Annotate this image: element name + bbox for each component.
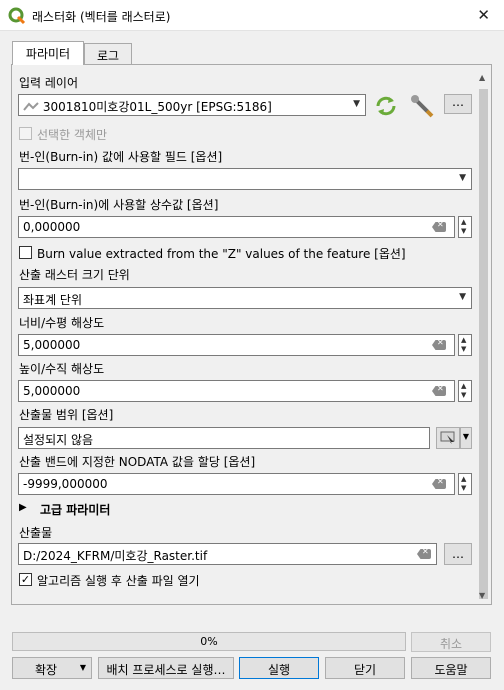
selected-only-label: 선택한 객체만 <box>37 128 108 142</box>
expand-button-label: 확장 <box>35 663 58 677</box>
burn-constant-input[interactable]: 0,000000 <box>18 216 455 238</box>
extent-value: 설정되지 않음 <box>23 433 94 447</box>
spin-down-icon[interactable]: ▼ <box>461 227 466 235</box>
width-spinner[interactable]: ▲ ▼ <box>458 334 472 356</box>
run-button[interactable]: 실행 <box>239 657 319 679</box>
output-path-value: D:/2024_KFRM/미호강_Raster.tif <box>23 549 208 563</box>
progress-bar: 0% <box>12 632 406 651</box>
extent-dropdown-button[interactable]: ▼ <box>460 427 472 449</box>
output-label: 산출물 <box>19 526 53 540</box>
tab-parameters[interactable]: 파라미터 <box>12 41 84 65</box>
height-spinner[interactable]: ▲ ▼ <box>458 380 472 402</box>
height-label: 높이/수직 해상도 <box>19 362 105 376</box>
map-cursor-icon <box>440 431 455 444</box>
height-value: 5,000000 <box>23 384 81 398</box>
panel-scrollbar[interactable]: ▲ ▼ <box>476 69 491 604</box>
chevron-down-icon: ▼ <box>459 292 466 302</box>
height-input[interactable]: 5,000000 <box>18 380 455 402</box>
progress-text: 0% <box>200 635 218 648</box>
spin-up-icon[interactable]: ▲ <box>461 382 466 390</box>
spin-down-icon[interactable]: ▼ <box>461 484 466 492</box>
close-icon[interactable]: ✕ <box>477 6 490 24</box>
selected-only-checkbox[interactable] <box>19 127 32 140</box>
extent-label: 산출물 범위 [옵션] <box>19 408 114 422</box>
refresh-layer-icon[interactable] <box>374 95 398 117</box>
spin-up-icon[interactable]: ▲ <box>461 218 466 226</box>
title-bar: 래스터화 (벡터를 래스터로) ✕ <box>0 0 504 31</box>
spin-down-icon[interactable]: ▼ <box>461 345 466 353</box>
batch-process-button[interactable]: 배치 프로세스로 실행… <box>98 657 234 679</box>
input-layer-select[interactable]: 3001810미호강01L_500yr [EPSG:5186] ▼ <box>18 94 366 116</box>
nodata-spinner[interactable]: ▲ ▼ <box>458 473 472 495</box>
line-layer-icon <box>23 102 39 111</box>
spin-up-icon[interactable]: ▲ <box>461 475 466 483</box>
check-icon: ✓ <box>20 573 31 586</box>
burn-z-label: Burn value extracted from the "Z" values… <box>37 247 406 261</box>
burn-constant-label: 번-인(Burn-in)에 사용할 상수값 [옵션] <box>19 198 219 212</box>
scroll-thumb[interactable] <box>479 89 488 599</box>
width-input[interactable]: 5,000000 <box>18 334 455 356</box>
width-value: 5,000000 <box>23 338 81 352</box>
expand-arrow-icon[interactable]: ▶ <box>19 502 27 513</box>
window-title: 래스터화 (벡터를 래스터로) <box>32 10 171 24</box>
scroll-up-icon[interactable]: ▲ <box>479 73 485 82</box>
burn-z-checkbox[interactable] <box>19 246 32 259</box>
size-units-value: 좌표계 단위 <box>23 293 83 307</box>
close-button[interactable]: 닫기 <box>325 657 405 679</box>
open-after-checkbox[interactable]: ✓ <box>19 573 32 586</box>
advanced-parameters-header[interactable]: 고급 파라미터 <box>40 501 110 518</box>
extent-input[interactable]: 설정되지 않음 <box>18 427 430 449</box>
chevron-down-icon: ▼ <box>459 173 466 183</box>
spin-up-icon[interactable]: ▲ <box>461 336 466 344</box>
scroll-down-icon[interactable]: ▼ <box>479 591 485 600</box>
output-browse-button[interactable]: … <box>444 543 472 565</box>
qgis-logo-icon <box>8 7 26 25</box>
input-layer-more-button[interactable]: … <box>444 94 472 114</box>
burn-constant-value: 0,000000 <box>23 220 81 234</box>
spin-down-icon[interactable]: ▼ <box>461 391 466 399</box>
burn-field-select[interactable]: ▼ <box>18 168 472 190</box>
extent-pick-button[interactable] <box>436 427 460 449</box>
size-units-select[interactable]: 좌표계 단위 ▼ <box>18 287 472 309</box>
burn-constant-spinner[interactable]: ▲ ▼ <box>458 216 472 238</box>
help-button[interactable]: 도움말 <box>411 657 491 679</box>
input-layer-value: 3001810미호강01L_500yr [EPSG:5186] <box>42 100 272 114</box>
output-path-input[interactable]: D:/2024_KFRM/미호강_Raster.tif <box>18 543 437 565</box>
nodata-label: 산출 밴드에 지정한 NODATA 값을 할당 [옵션] <box>19 455 256 469</box>
cancel-button[interactable]: 취소 <box>411 632 491 652</box>
tab-log[interactable]: 로그 <box>84 43 132 65</box>
open-after-label: 알고리즘 실행 후 산출 파일 열기 <box>37 574 200 588</box>
chevron-down-icon: ▼ <box>353 99 360 109</box>
nodata-value: -9999,000000 <box>23 477 108 491</box>
width-label: 너비/수평 해상도 <box>19 316 105 330</box>
chevron-down-icon: ▼ <box>79 663 86 672</box>
expand-button[interactable]: 확장 ▼ <box>12 657 92 679</box>
size-units-label: 산출 래스터 크기 단위 <box>19 268 130 282</box>
wrench-icon[interactable] <box>409 94 435 118</box>
burn-field-label: 번-인(Burn-in) 값에 사용할 필드 [옵션] <box>19 150 223 164</box>
nodata-input[interactable]: -9999,000000 <box>18 473 455 495</box>
input-layer-label: 입력 레이어 <box>19 76 79 90</box>
